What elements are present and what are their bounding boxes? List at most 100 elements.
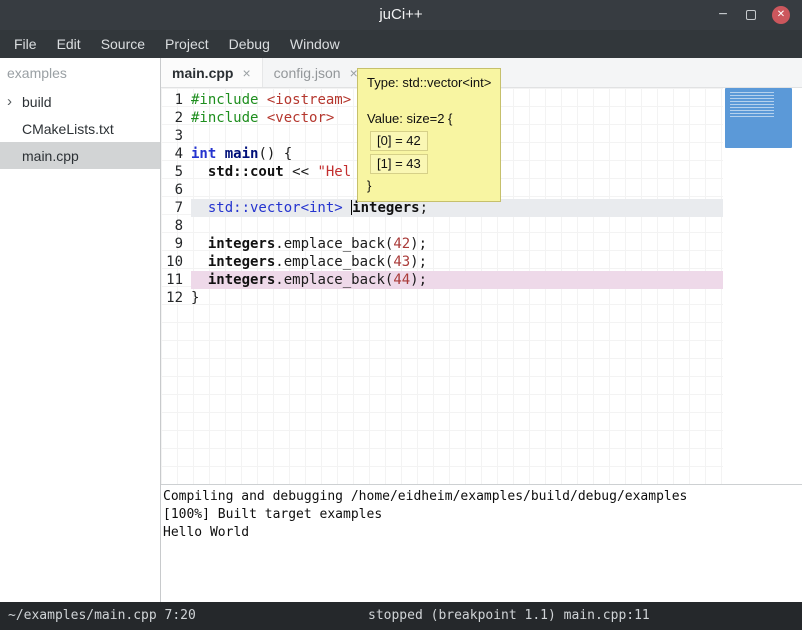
code-token: .emplace_back( xyxy=(275,272,393,288)
source-map-code-lines xyxy=(730,92,774,119)
code-token: #include xyxy=(191,92,258,108)
code-token xyxy=(191,254,208,270)
code-token: .emplace_back( xyxy=(275,254,393,270)
main-area: examples ›build CMakeLists.txt main.cpp ma… xyxy=(0,58,802,602)
statusbar: ~/examples/main.cpp 7:20 stopped (breakp… xyxy=(0,602,802,630)
chevron-right-icon[interactable]: › xyxy=(7,94,22,109)
code-token xyxy=(258,92,266,108)
tab-label: config.json xyxy=(274,65,341,81)
line-number[interactable]: 10 xyxy=(161,253,191,271)
line-content: } xyxy=(191,289,723,307)
tooltip-value-row: [0] = 42 xyxy=(370,131,428,151)
code-token: } xyxy=(191,290,199,306)
code-token: std::vector<int> xyxy=(208,200,343,216)
tree-item-build[interactable]: ›build xyxy=(0,88,160,115)
minimize-icon[interactable]: − xyxy=(716,7,730,23)
output-line: Compiling and debugging /home/eidheim/ex… xyxy=(163,488,802,506)
tooltip-value-row: [1] = 43 xyxy=(370,154,428,174)
line-content xyxy=(191,217,723,235)
line-number[interactable]: 5 xyxy=(161,163,191,181)
tooltip-value-footer: } xyxy=(367,177,491,195)
tab-label: main.cpp xyxy=(172,65,233,81)
tab-close-icon[interactable]: × xyxy=(242,65,250,81)
code-token: << xyxy=(284,164,318,180)
code-token xyxy=(191,200,208,216)
tooltip-type: Type: std::vector<int> xyxy=(367,74,491,92)
line-number[interactable]: 1 xyxy=(161,91,191,109)
output-pane[interactable]: Compiling and debugging /home/eidheim/ex… xyxy=(161,484,802,602)
code-token: () { xyxy=(258,146,292,162)
titlebar: juCi++ − ✕ xyxy=(0,0,802,30)
menu-item-source[interactable]: Source xyxy=(91,30,155,58)
tooltip-gap xyxy=(367,92,491,110)
line-number[interactable]: 4 xyxy=(161,145,191,163)
code-token xyxy=(343,200,351,216)
line-number[interactable]: 3 xyxy=(161,127,191,145)
code-token: main xyxy=(225,146,259,162)
code-token: "Hel xyxy=(317,164,351,180)
code-token: ); xyxy=(410,272,427,288)
tooltip-value-rows: [0] = 42 [1] = 43 xyxy=(367,131,491,174)
menu-item-debug[interactable]: Debug xyxy=(219,30,280,58)
file-browser-sidebar: examples ›build CMakeLists.txt main.cpp xyxy=(0,58,160,602)
line-number[interactable]: 12 xyxy=(161,289,191,307)
code-token xyxy=(191,236,208,252)
tree-item-label: CMakeLists.txt xyxy=(22,121,114,137)
line-content: integers.emplace_back(43); xyxy=(191,253,723,271)
line-content: integers.emplace_back(44); xyxy=(191,271,723,289)
code-line-9[interactable]: 9 integers.emplace_back(42); xyxy=(161,235,723,253)
code-token: #include xyxy=(191,110,258,126)
file-tree: ›build CMakeLists.txt main.cpp xyxy=(0,88,160,169)
code-token: 44 xyxy=(393,272,410,288)
source-map[interactable] xyxy=(723,88,802,484)
code-token: 43 xyxy=(393,254,410,270)
code-token: integers xyxy=(208,254,275,270)
code-token: ); xyxy=(410,236,427,252)
code-token: .emplace_back( xyxy=(275,236,393,252)
window-title: juCi++ xyxy=(0,0,802,30)
code-token: integers xyxy=(208,236,275,252)
status-file-position: ~/examples/main.cpp 7:20 xyxy=(8,602,196,630)
tree-item-label: build xyxy=(22,94,52,110)
menu-item-project[interactable]: Project xyxy=(155,30,219,58)
code-token xyxy=(191,272,208,288)
line-number[interactable]: 2 xyxy=(161,109,191,127)
menu-item-window[interactable]: Window xyxy=(280,30,350,58)
code-line-8[interactable]: 8 xyxy=(161,217,723,235)
maximize-icon[interactable] xyxy=(746,10,756,20)
code-token: <vector> xyxy=(267,110,334,126)
close-icon[interactable]: ✕ xyxy=(772,6,790,24)
code-token xyxy=(191,164,208,180)
tree-item-cmakelists.txt[interactable]: CMakeLists.txt xyxy=(0,115,160,142)
line-number[interactable]: 9 xyxy=(161,235,191,253)
line-number[interactable]: 7 xyxy=(161,199,191,217)
window-controls: − ✕ xyxy=(716,0,790,30)
source-map-slider[interactable] xyxy=(725,88,792,148)
menu-item-file[interactable]: File xyxy=(4,30,47,58)
line-content: integers.emplace_back(42); xyxy=(191,235,723,253)
tab-config.json[interactable]: config.json× xyxy=(263,58,369,87)
code-token: ); xyxy=(410,254,427,270)
menu-item-edit[interactable]: Edit xyxy=(47,30,91,58)
code-token: integers xyxy=(208,272,275,288)
tree-item-label: main.cpp xyxy=(22,148,79,164)
line-number[interactable]: 11 xyxy=(161,271,191,289)
code-line-12[interactable]: 12} xyxy=(161,289,723,307)
code-token xyxy=(258,110,266,126)
status-debug-state: stopped (breakpoint 1.1) main.cpp:11 xyxy=(368,602,650,630)
code-token: int xyxy=(191,146,216,162)
tooltip-value-header: Value: size=2 { xyxy=(367,110,491,128)
line-number[interactable]: 8 xyxy=(161,217,191,235)
output-line: [100%] Built target examples xyxy=(163,506,802,524)
tree-item-main.cpp[interactable]: main.cpp xyxy=(0,142,160,169)
code-line-10[interactable]: 10 integers.emplace_back(43); xyxy=(161,253,723,271)
menubar: FileEditSourceProjectDebugWindow xyxy=(0,30,802,58)
code-token: integers xyxy=(352,200,419,216)
code-token: std::cout xyxy=(208,164,284,180)
line-number[interactable]: 6 xyxy=(161,181,191,199)
code-line-11[interactable]: 11 integers.emplace_back(44); xyxy=(161,271,723,289)
sidebar-header: examples xyxy=(0,58,160,88)
code-token: 42 xyxy=(393,236,410,252)
tab-main.cpp[interactable]: main.cpp × xyxy=(161,58,263,87)
editor-pane: main.cpp×config.json× 1#include <iostrea… xyxy=(161,58,802,602)
